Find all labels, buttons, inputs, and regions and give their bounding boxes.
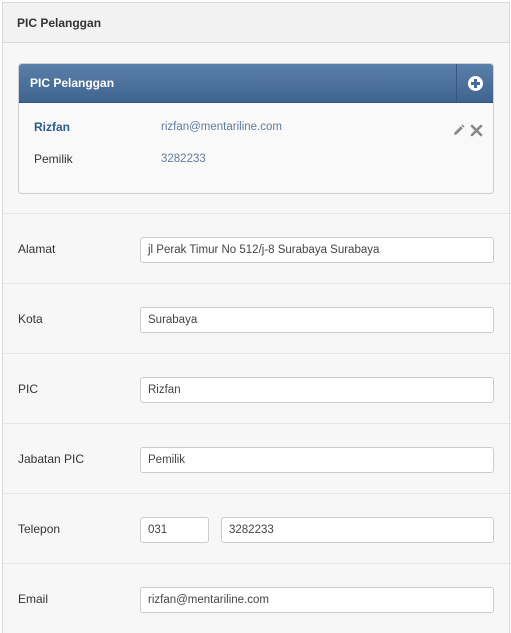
pic-position-row: Pemilik 3282233 [34,149,479,169]
telepon-row: Telepon 031 3282233 [3,493,511,563]
kota-label: Kota [18,312,43,326]
pic-label: PIC [18,382,39,396]
jabatan-row: Jabatan PIC Pemilik [3,423,511,493]
pic-input[interactable]: Rizfan [140,377,494,403]
telepon-label: Telepon [18,522,61,536]
alamat-label: Alamat [18,242,56,256]
alamat-row: Alamat jl Perak Timur No 512/j-8 Surabay… [3,213,511,283]
jabatan-input[interactable]: Pemilik [140,447,494,473]
pic-panel: PIC Pelanggan PIC Pelanggan Rizfan rizfa… [2,2,511,633]
pic-phone: 3282233 [161,153,206,165]
pic-list-box: PIC Pelanggan Rizfan rizfan@mentariline.… [18,63,494,194]
email-label: Email [18,592,49,606]
kota-row: Kota Surabaya [3,283,511,353]
pic-position: Pemilik [34,152,73,166]
pic-row: PIC Rizfan [3,353,511,423]
plus-circle-icon [467,75,483,91]
email-row: Email rizfan@mentariline.com [3,563,511,633]
panel-header: PIC Pelanggan [3,3,509,43]
pic-email: rizfan@mentariline.com [161,121,282,133]
area-code-input[interactable]: 031 [140,517,209,543]
pic-row-actions [452,124,483,137]
pic-contact-row: Rizfan rizfan@mentariline.com [34,117,479,137]
email-input[interactable]: rizfan@mentariline.com [140,587,494,613]
panel-title: PIC Pelanggan [17,15,102,30]
phone-number-input[interactable]: 3282233 [221,517,494,543]
pic-name-link[interactable]: Rizfan [34,120,161,134]
alamat-input[interactable]: jl Perak Timur No 512/j-8 Surabaya Surab… [140,237,494,263]
pic-list-header: PIC Pelanggan [19,64,493,103]
close-icon[interactable] [470,124,483,137]
kota-input[interactable]: Surabaya [140,307,494,333]
jabatan-label: Jabatan PIC [18,452,85,466]
add-pic-button[interactable] [456,64,493,102]
pencil-icon[interactable] [452,124,465,137]
pic-list-title: PIC Pelanggan [30,76,115,90]
